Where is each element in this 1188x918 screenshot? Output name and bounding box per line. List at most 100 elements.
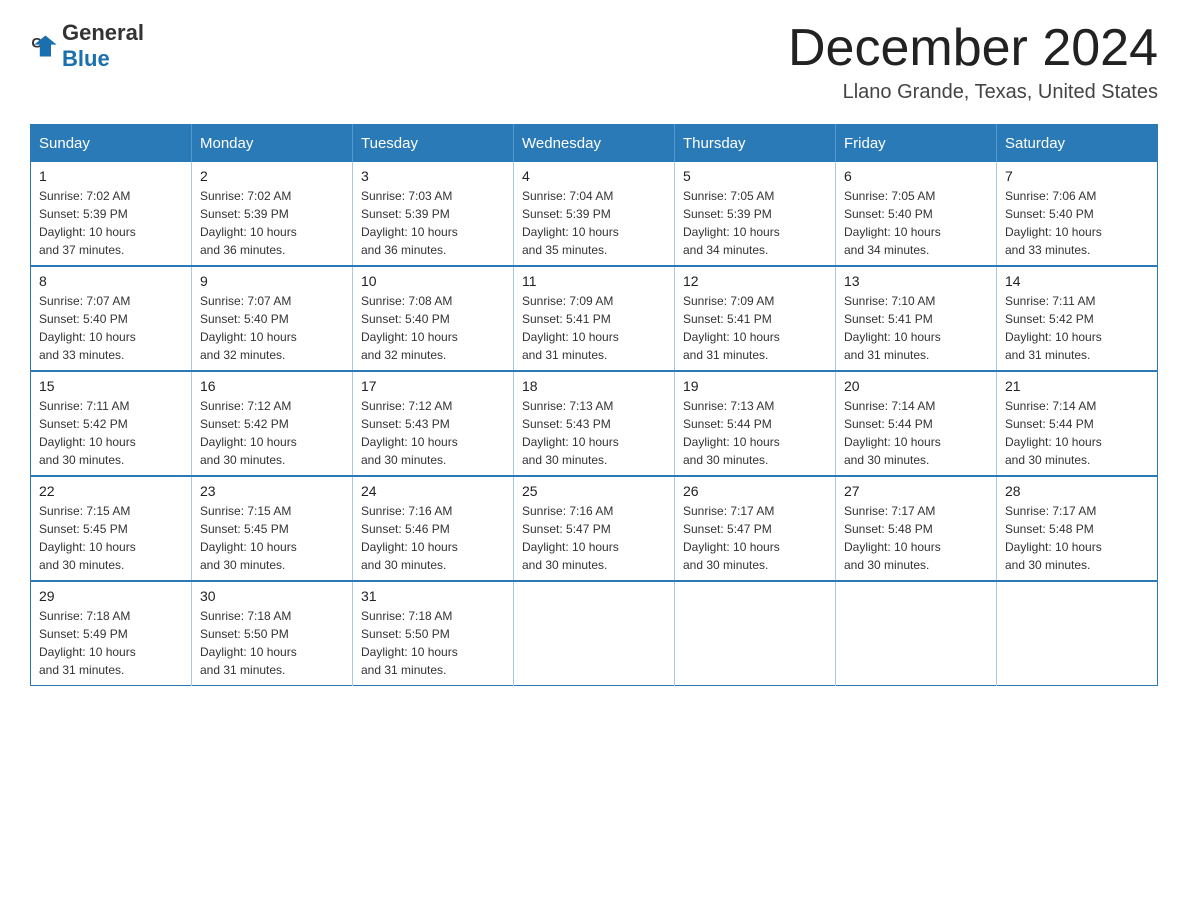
day-number: 4: [522, 168, 666, 184]
calendar-cell: 16Sunrise: 7:12 AMSunset: 5:42 PMDayligh…: [192, 371, 353, 476]
day-number: 10: [361, 273, 505, 289]
calendar-table: SundayMondayTuesdayWednesdayThursdayFrid…: [30, 124, 1158, 686]
day-number: 14: [1005, 273, 1149, 289]
calendar-cell: 10 Sunrise: 7:08 AMSunset: 5:40 PMDayligh…: [353, 266, 514, 371]
day-number: 2: [200, 168, 344, 184]
page-header: G General Blue December 2024 Llano Grand…: [30, 20, 1158, 104]
day-info: Sunrise: 7:13 AMSunset: 5:43 PMDaylight:…: [522, 397, 666, 469]
calendar-cell: 13 Sunrise: 7:10 AMSunset: 5:41 PMDayligh…: [836, 266, 997, 371]
day-info: Sunrise: 7:05 AMSunset: 5:39 PMDaylight:…: [683, 187, 827, 259]
day-number: 13: [844, 273, 988, 289]
calendar-cell: 22Sunrise: 7:15 AMSunset: 5:45 PMDayligh…: [31, 476, 192, 581]
weekday-header-thursday: Thursday: [675, 125, 836, 163]
calendar-cell: [997, 581, 1158, 686]
month-title: December 2024: [788, 20, 1158, 77]
day-number: 8: [39, 273, 183, 289]
weekday-header-saturday: Saturday: [997, 125, 1158, 163]
day-info: Sunrise: 7:06 AMSunset: 5:40 PMDaylight:…: [1005, 187, 1149, 259]
logo[interactable]: G General Blue: [30, 20, 144, 72]
day-info: Sunrise: 7:03 AMSunset: 5:39 PMDaylight:…: [361, 187, 505, 259]
day-number: 20: [844, 378, 988, 394]
day-number: 16: [200, 378, 344, 394]
day-number: 17: [361, 378, 505, 394]
calendar-cell: 28 Sunrise: 7:17 AMSunset: 5:48 PMDayligh…: [997, 476, 1158, 581]
calendar-cell: 17 Sunrise: 7:12 AMSunset: 5:43 PMDayligh…: [353, 371, 514, 476]
logo-text-general: General: [62, 20, 144, 45]
calendar-cell: [675, 581, 836, 686]
calendar-cell: 2 Sunrise: 7:02 AMSunset: 5:39 PMDaylight…: [192, 162, 353, 266]
day-number: 6: [844, 168, 988, 184]
weekday-header-monday: Monday: [192, 125, 353, 163]
calendar-cell: 30 Sunrise: 7:18 AMSunset: 5:50 PMDayligh…: [192, 581, 353, 686]
calendar-cell: 21 Sunrise: 7:14 AMSunset: 5:44 PMDayligh…: [997, 371, 1158, 476]
day-number: 30: [200, 588, 344, 604]
calendar-cell: 26 Sunrise: 7:17 AMSunset: 5:47 PMDayligh…: [675, 476, 836, 581]
day-number: 7: [1005, 168, 1149, 184]
week-row-1: 1 Sunrise: 7:02 AMSunset: 5:39 PMDaylight…: [31, 162, 1158, 266]
calendar-cell: 7 Sunrise: 7:06 AMSunset: 5:40 PMDaylight…: [997, 162, 1158, 266]
calendar-cell: 5Sunrise: 7:05 AMSunset: 5:39 PMDaylight…: [675, 162, 836, 266]
day-number: 29: [39, 588, 183, 604]
day-info: Sunrise: 7:07 AMSunset: 5:40 PMDaylight:…: [200, 292, 344, 364]
day-info: Sunrise: 7:18 AMSunset: 5:50 PMDaylight:…: [200, 607, 344, 679]
day-info: Sunrise: 7:08 AMSunset: 5:40 PMDaylight:…: [361, 292, 505, 364]
day-number: 24: [361, 483, 505, 499]
logo-text-blue: Blue: [62, 46, 110, 71]
week-row-3: 15Sunrise: 7:11 AMSunset: 5:42 PMDayligh…: [31, 371, 1158, 476]
day-info: Sunrise: 7:14 AMSunset: 5:44 PMDaylight:…: [1005, 397, 1149, 469]
day-info: Sunrise: 7:10 AMSunset: 5:41 PMDaylight:…: [844, 292, 988, 364]
day-info: Sunrise: 7:17 AMSunset: 5:48 PMDaylight:…: [844, 502, 988, 574]
day-info: Sunrise: 7:09 AMSunset: 5:41 PMDaylight:…: [522, 292, 666, 364]
calendar-cell: 20 Sunrise: 7:14 AMSunset: 5:44 PMDayligh…: [836, 371, 997, 476]
day-info: Sunrise: 7:04 AMSunset: 5:39 PMDaylight:…: [522, 187, 666, 259]
day-info: Sunrise: 7:17 AMSunset: 5:48 PMDaylight:…: [1005, 502, 1149, 574]
calendar-cell: 31 Sunrise: 7:18 AMSunset: 5:50 PMDayligh…: [353, 581, 514, 686]
calendar-cell: 24Sunrise: 7:16 AMSunset: 5:46 PMDayligh…: [353, 476, 514, 581]
day-info: Sunrise: 7:14 AMSunset: 5:44 PMDaylight:…: [844, 397, 988, 469]
day-info: Sunrise: 7:11 AMSunset: 5:42 PMDaylight:…: [1005, 292, 1149, 364]
weekday-header-friday: Friday: [836, 125, 997, 163]
day-number: 15: [39, 378, 183, 394]
day-info: Sunrise: 7:13 AMSunset: 5:44 PMDaylight:…: [683, 397, 827, 469]
day-info: Sunrise: 7:12 AMSunset: 5:43 PMDaylight:…: [361, 397, 505, 469]
weekday-header-sunday: Sunday: [31, 125, 192, 163]
day-number: 11: [522, 273, 666, 289]
weekday-header-row: SundayMondayTuesdayWednesdayThursdayFrid…: [31, 125, 1158, 163]
day-info: Sunrise: 7:15 AMSunset: 5:45 PMDaylight:…: [200, 502, 344, 574]
calendar-cell: 9 Sunrise: 7:07 AMSunset: 5:40 PMDaylight…: [192, 266, 353, 371]
day-info: Sunrise: 7:05 AMSunset: 5:40 PMDaylight:…: [844, 187, 988, 259]
day-number: 1: [39, 168, 183, 184]
calendar-cell: 15Sunrise: 7:11 AMSunset: 5:42 PMDayligh…: [31, 371, 192, 476]
day-number: 22: [39, 483, 183, 499]
day-number: 9: [200, 273, 344, 289]
day-number: 21: [1005, 378, 1149, 394]
calendar-cell: 14 Sunrise: 7:11 AMSunset: 5:42 PMDayligh…: [997, 266, 1158, 371]
calendar-cell: 12Sunrise: 7:09 AMSunset: 5:41 PMDayligh…: [675, 266, 836, 371]
day-number: 27: [844, 483, 988, 499]
calendar-cell: 3Sunrise: 7:03 AMSunset: 5:39 PMDaylight…: [353, 162, 514, 266]
calendar-cell: 29 Sunrise: 7:18 AMSunset: 5:49 PMDayligh…: [31, 581, 192, 686]
day-info: Sunrise: 7:17 AMSunset: 5:47 PMDaylight:…: [683, 502, 827, 574]
day-number: 12: [683, 273, 827, 289]
day-info: Sunrise: 7:18 AMSunset: 5:49 PMDaylight:…: [39, 607, 183, 679]
day-number: 26: [683, 483, 827, 499]
day-info: Sunrise: 7:18 AMSunset: 5:50 PMDaylight:…: [361, 607, 505, 679]
location-title: Llano Grande, Texas, United States: [788, 81, 1158, 104]
calendar-cell: 19 Sunrise: 7:13 AMSunset: 5:44 PMDayligh…: [675, 371, 836, 476]
day-info: Sunrise: 7:16 AMSunset: 5:47 PMDaylight:…: [522, 502, 666, 574]
calendar-cell: [514, 581, 675, 686]
day-number: 19: [683, 378, 827, 394]
weekday-header-wednesday: Wednesday: [514, 125, 675, 163]
calendar-cell: 18 Sunrise: 7:13 AMSunset: 5:43 PMDayligh…: [514, 371, 675, 476]
day-number: 28: [1005, 483, 1149, 499]
day-number: 31: [361, 588, 505, 604]
day-info: Sunrise: 7:02 AMSunset: 5:39 PMDaylight:…: [200, 187, 344, 259]
calendar-cell: 6 Sunrise: 7:05 AMSunset: 5:40 PMDaylight…: [836, 162, 997, 266]
title-area: December 2024 Llano Grande, Texas, Unite…: [788, 20, 1158, 104]
week-row-5: 29 Sunrise: 7:18 AMSunset: 5:49 PMDayligh…: [31, 581, 1158, 686]
week-row-4: 22 Sunrise: 7:15 AMSunset: 5:45 PMDayligh…: [31, 476, 1158, 581]
calendar-cell: 23Sunrise: 7:15 AMSunset: 5:45 PMDayligh…: [192, 476, 353, 581]
day-info: Sunrise: 7:07 AMSunset: 5:40 PMDaylight:…: [39, 292, 183, 364]
day-number: 18: [522, 378, 666, 394]
calendar-cell: 25Sunrise: 7:16 AMSunset: 5:47 PMDayligh…: [514, 476, 675, 581]
